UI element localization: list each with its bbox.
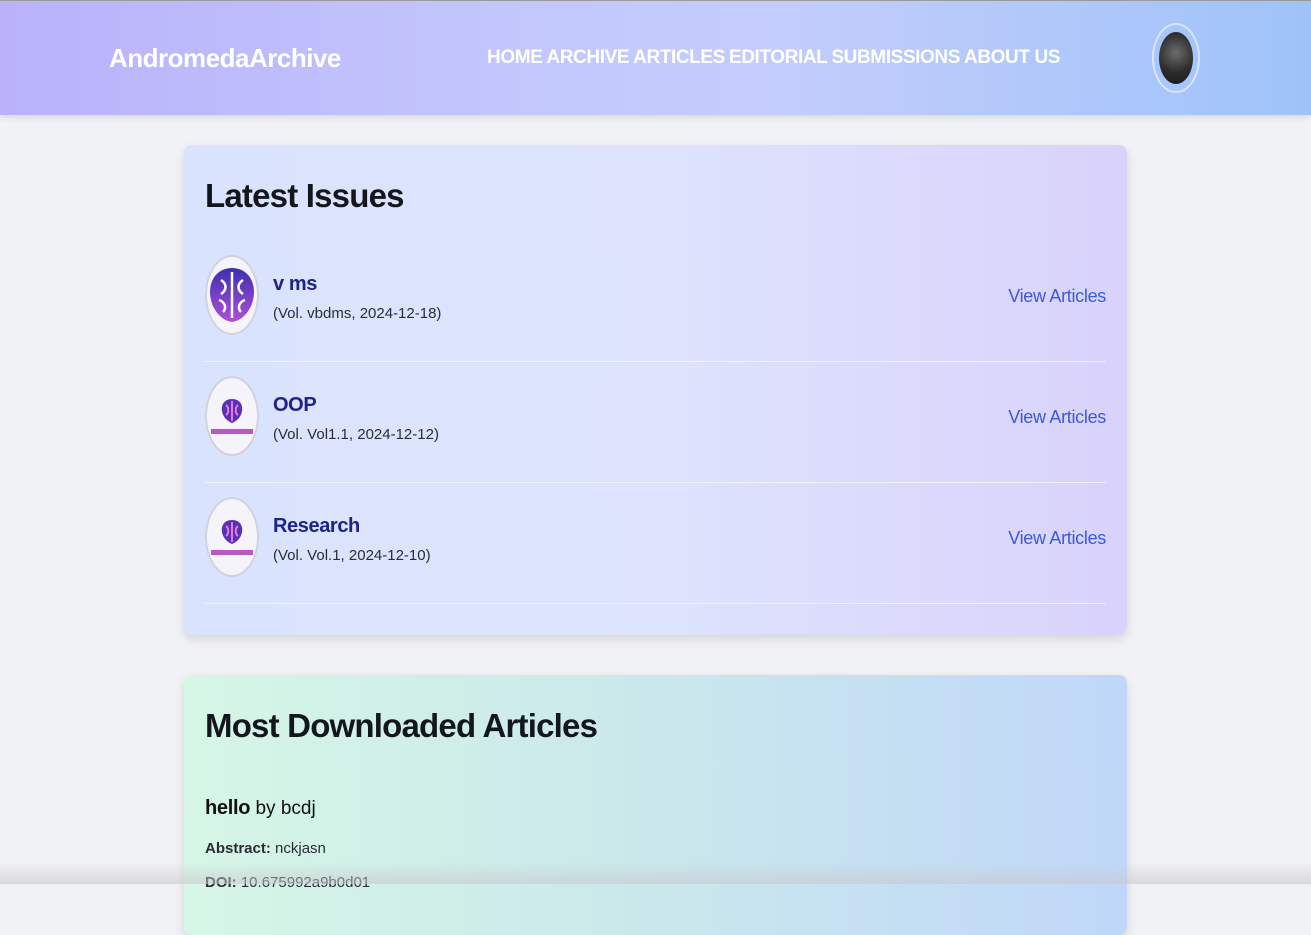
- article-abstract: Abstract: nckjasn: [205, 840, 326, 857]
- issue-title[interactable]: Research: [273, 515, 360, 538]
- user-avatar[interactable]: [1152, 23, 1200, 93]
- issue-title[interactable]: OOP: [273, 394, 317, 417]
- issue-meta: (Vol. Vol1.1, 2024-12-12): [273, 426, 439, 443]
- fertilisense-logo-icon: [205, 376, 259, 456]
- view-articles-link[interactable]: View Articles: [1008, 286, 1106, 307]
- nav-articles[interactable]: ARTICLES: [633, 47, 725, 69]
- nav-submissions[interactable]: SUBMISSIONS: [831, 47, 960, 69]
- article-by-label: by: [255, 798, 276, 819]
- article-author: bcdj: [280, 798, 316, 819]
- issue-title[interactable]: v ms: [273, 273, 317, 296]
- issue-meta: (Vol. Vol.1, 2024-12-10): [273, 547, 431, 564]
- article-heading: hello by bcdj: [205, 797, 316, 820]
- abstract-label: Abstract:: [205, 840, 271, 857]
- most-downloaded-title: Most Downloaded Articles: [205, 707, 598, 744]
- main-nav: HOME ARCHIVE ARTICLES EDITORIAL SUBMISSI…: [487, 47, 1060, 69]
- top-navigation-bar: AndromedaArchive HOME ARCHIVE ARTICLES E…: [0, 0, 1311, 115]
- nav-editorial[interactable]: EDITORIAL: [729, 47, 828, 69]
- brand-logo[interactable]: AndromedaArchive: [109, 43, 341, 74]
- most-downloaded-card: Most Downloaded Articles hello by bcdj A…: [184, 675, 1127, 935]
- nav-home[interactable]: HOME: [487, 47, 543, 69]
- view-articles-link[interactable]: View Articles: [1008, 528, 1106, 549]
- issue-row: OOP (Vol. Vol1.1, 2024-12-12) View Artic…: [205, 362, 1106, 483]
- view-articles-link[interactable]: View Articles: [1008, 407, 1106, 428]
- nav-archive[interactable]: ARCHIVE: [546, 47, 629, 69]
- issue-row: Research (Vol. Vol.1, 2024-12-10) View A…: [205, 483, 1106, 604]
- bottom-fade: [0, 862, 1311, 884]
- abstract-text: nckjasn: [275, 840, 326, 857]
- article-title[interactable]: hello: [205, 797, 250, 819]
- fertilisense-logo-icon: [205, 497, 259, 577]
- issue-row: v ms (Vol. vbdms, 2024-12-18) View Artic…: [205, 241, 1106, 362]
- avatar-image: [1159, 32, 1193, 84]
- latest-issues-title: Latest Issues: [205, 177, 405, 214]
- issue-meta: (Vol. vbdms, 2024-12-18): [273, 305, 442, 322]
- nav-about-us[interactable]: ABOUT US: [964, 47, 1060, 69]
- latest-issues-card: Latest Issues v ms (Vol. vbdms, 2024-12-…: [184, 145, 1127, 635]
- brain-logo-icon: [205, 255, 259, 335]
